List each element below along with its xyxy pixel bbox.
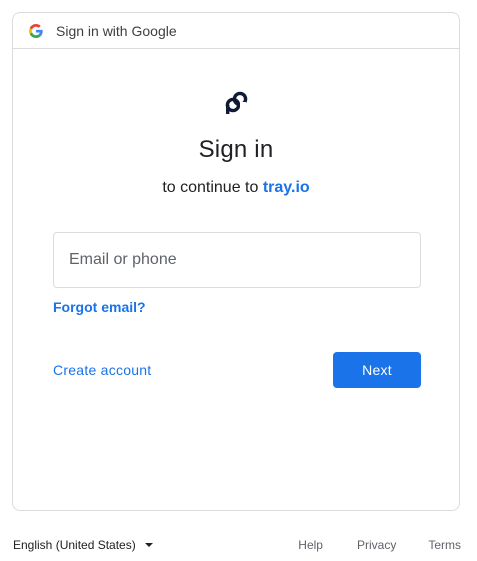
chevron-down-icon — [144, 543, 153, 547]
forgot-email-link[interactable]: Forgot email? — [53, 299, 146, 315]
email-or-phone-input[interactable] — [54, 233, 420, 287]
app-name-link[interactable]: tray.io — [263, 179, 310, 196]
footer-links: Help Privacy Terms — [298, 538, 461, 552]
google-g-icon — [29, 23, 43, 38]
tray-io-logo-icon — [224, 90, 250, 116]
sign-in-card: Sign in with Google Sign in to continue … — [12, 12, 460, 511]
create-account-link[interactable]: Create account — [53, 362, 151, 378]
terms-link[interactable]: Terms — [428, 538, 461, 552]
next-button[interactable]: Next — [333, 352, 421, 388]
language-label: English (United States) — [13, 538, 136, 552]
page-title: Sign in — [198, 136, 274, 163]
footer: English (United States) Help Privacy Ter… — [13, 535, 461, 555]
language-selector[interactable]: English (United States) — [13, 538, 153, 552]
header-title: Sign in with Google — [56, 22, 177, 39]
card-header: Sign in with Google — [13, 13, 459, 49]
privacy-link[interactable]: Privacy — [357, 538, 396, 552]
subtitle-prefix: to continue to — [162, 179, 259, 196]
subtitle: to continue to tray.io — [13, 179, 459, 197]
email-field-container — [53, 232, 421, 288]
help-link[interactable]: Help — [298, 538, 323, 552]
